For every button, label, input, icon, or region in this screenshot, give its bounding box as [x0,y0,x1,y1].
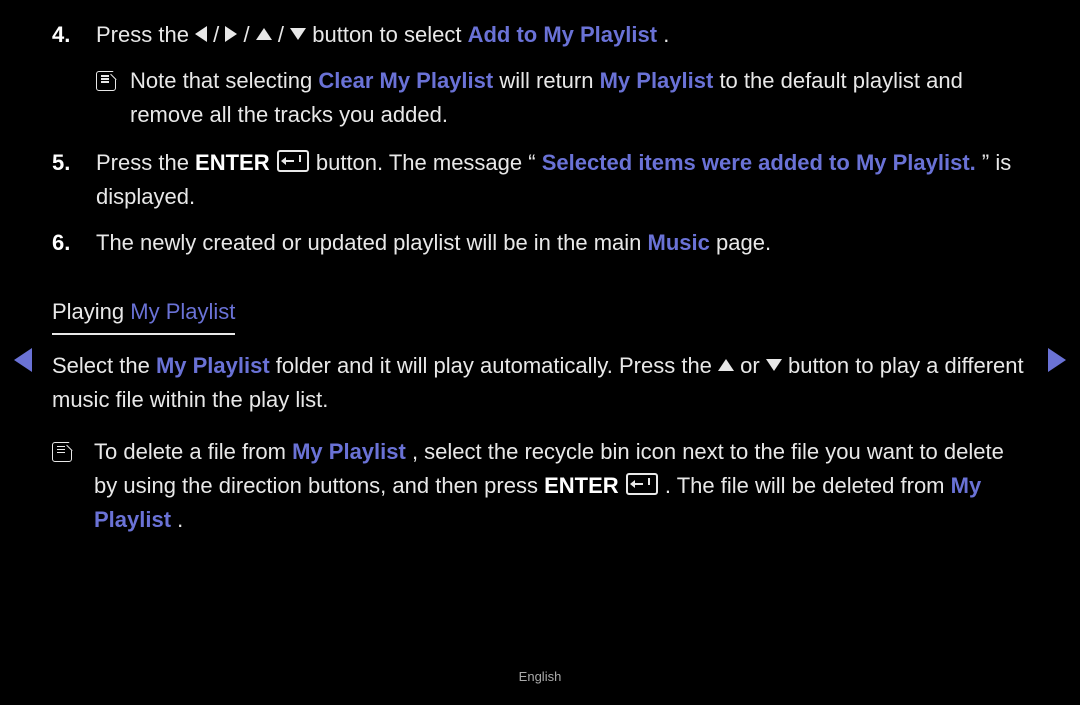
separator: / [244,22,256,47]
note-body: To delete a file from My Playlist , sele… [94,435,1028,537]
enter-icon [626,473,658,495]
next-page-button[interactable] [1048,340,1066,380]
text: will return [499,68,599,93]
text: To delete a file from [94,439,292,464]
dpad-down-icon [290,28,306,40]
dpad-down-icon [766,359,782,371]
separator: / [213,22,225,47]
text: Press the [96,22,195,47]
text: button. The message “ [316,150,536,175]
dpad-left-icon [195,26,207,42]
highlight: My Playlist [292,439,406,464]
prev-page-button[interactable] [14,340,32,380]
text: Press the [96,150,195,175]
enter-label: ENTER [195,150,270,175]
text: Note that selecting [130,68,318,93]
step-number: 6. [52,226,86,260]
section-title: Playing My Playlist [52,295,235,335]
separator: / [278,22,290,47]
section-body: Select the My Playlist folder and it wil… [52,349,1028,417]
highlight: My Playlist [130,299,235,324]
page-footer: English [0,667,1080,687]
note-icon [52,442,72,462]
highlight: Selected items were added to My Playlist… [542,150,976,175]
enter-label: ENTER [544,473,619,498]
step-body: Press the / / / button to select Add to … [96,18,1028,52]
text: folder and it will play automatically. P… [276,353,718,378]
step-number: 5. [52,146,86,214]
arrow-left-icon [14,348,32,372]
text: . [177,507,183,532]
highlight: Clear My Playlist [318,68,493,93]
text: . The file will be deleted from [665,473,951,498]
text: The newly created or updated playlist wi… [96,230,648,255]
highlight: My Playlist [156,353,270,378]
text: Select the [52,353,156,378]
enter-icon [277,150,309,172]
highlight: Add to My Playlist [468,22,657,47]
dpad-right-icon [225,26,237,42]
step-list: 4. Press the / / / button to select Add … [52,18,1028,261]
step-body: Press the ENTER button. The message “ Se… [96,146,1028,214]
manual-page: 4. Press the / / / button to select Add … [0,0,1080,705]
highlight: My Playlist [600,68,714,93]
step-body: The newly created or updated playlist wi… [96,226,1028,260]
highlight: Music [648,230,710,255]
step-5: 5. Press the ENTER button. The message “… [52,146,1028,214]
note-icon [96,71,116,91]
text: page. [716,230,771,255]
step-4-note: Note that selecting Clear My Playlist wi… [96,64,1028,132]
section-note: To delete a file from My Playlist , sele… [52,435,1028,537]
step-6: 6. The newly created or updated playlist… [52,226,1028,260]
text: . [663,22,669,47]
text: or [740,353,766,378]
step-number: 4. [52,18,86,52]
note-body: Note that selecting Clear My Playlist wi… [130,64,1028,132]
text: Playing [52,299,130,324]
arrow-right-icon [1048,348,1066,372]
text: button to select [312,22,467,47]
dpad-up-icon [256,28,272,40]
dpad-up-icon [718,359,734,371]
step-4: 4. Press the / / / button to select Add … [52,18,1028,52]
